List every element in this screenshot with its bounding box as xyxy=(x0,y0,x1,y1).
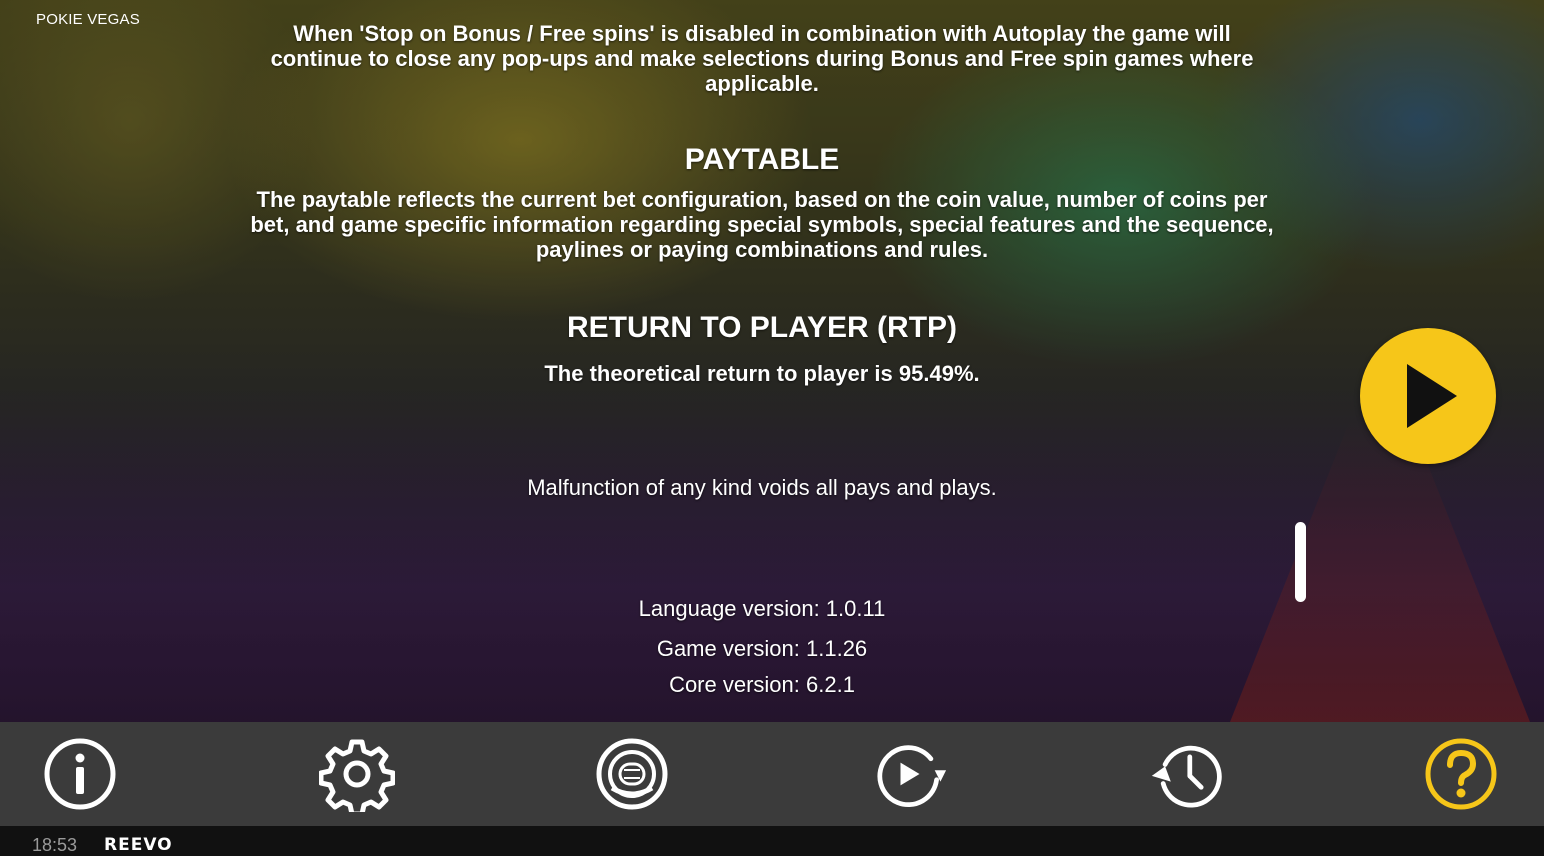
help-icon xyxy=(1425,738,1497,810)
info-icon xyxy=(44,738,116,810)
game-version: Game version: 1.1.26 xyxy=(656,636,868,661)
language-version: Language version: 1.0.11 xyxy=(638,596,886,621)
help-button[interactable] xyxy=(1423,736,1499,812)
bet-button[interactable] xyxy=(594,736,670,812)
history-button[interactable] xyxy=(1148,736,1224,812)
autoplay-button[interactable] xyxy=(872,736,948,812)
rtp-heading: RETURN TO PLAYER (RTP) xyxy=(566,311,958,344)
status-bar: 18:53 REEVO xyxy=(0,826,1544,856)
malfunction-text: Malfunction of any kind voids all pays a… xyxy=(527,475,997,500)
scrollbar-thumb[interactable] xyxy=(1295,522,1306,602)
game-background: POKIE VEGAS When 'Stop on Bonus / Free s… xyxy=(0,0,1544,722)
settings-button[interactable] xyxy=(319,736,395,812)
chip-icon xyxy=(596,738,668,810)
history-icon xyxy=(1151,745,1222,808)
brand-logo: REEVO xyxy=(104,835,173,855)
play-button[interactable] xyxy=(1360,328,1496,464)
gear-icon xyxy=(319,739,395,812)
rtp-text: The theoretical return to player is 95.4… xyxy=(544,361,980,386)
game-title: POKIE VEGAS xyxy=(36,11,140,28)
core-version: Core version: 6.2.1 xyxy=(669,672,855,697)
paytable-text: The paytable reflects the current bet co… xyxy=(250,187,1274,262)
clock: 18:53 xyxy=(32,835,78,855)
bottom-toolbar xyxy=(0,722,1544,826)
info-button[interactable] xyxy=(42,736,118,812)
play-icon xyxy=(1407,364,1457,428)
autoplay-note: When 'Stop on Bonus / Free spins' is dis… xyxy=(270,21,1254,96)
paytable-heading: PAYTABLE xyxy=(684,143,840,176)
autoplay-icon xyxy=(877,745,947,807)
